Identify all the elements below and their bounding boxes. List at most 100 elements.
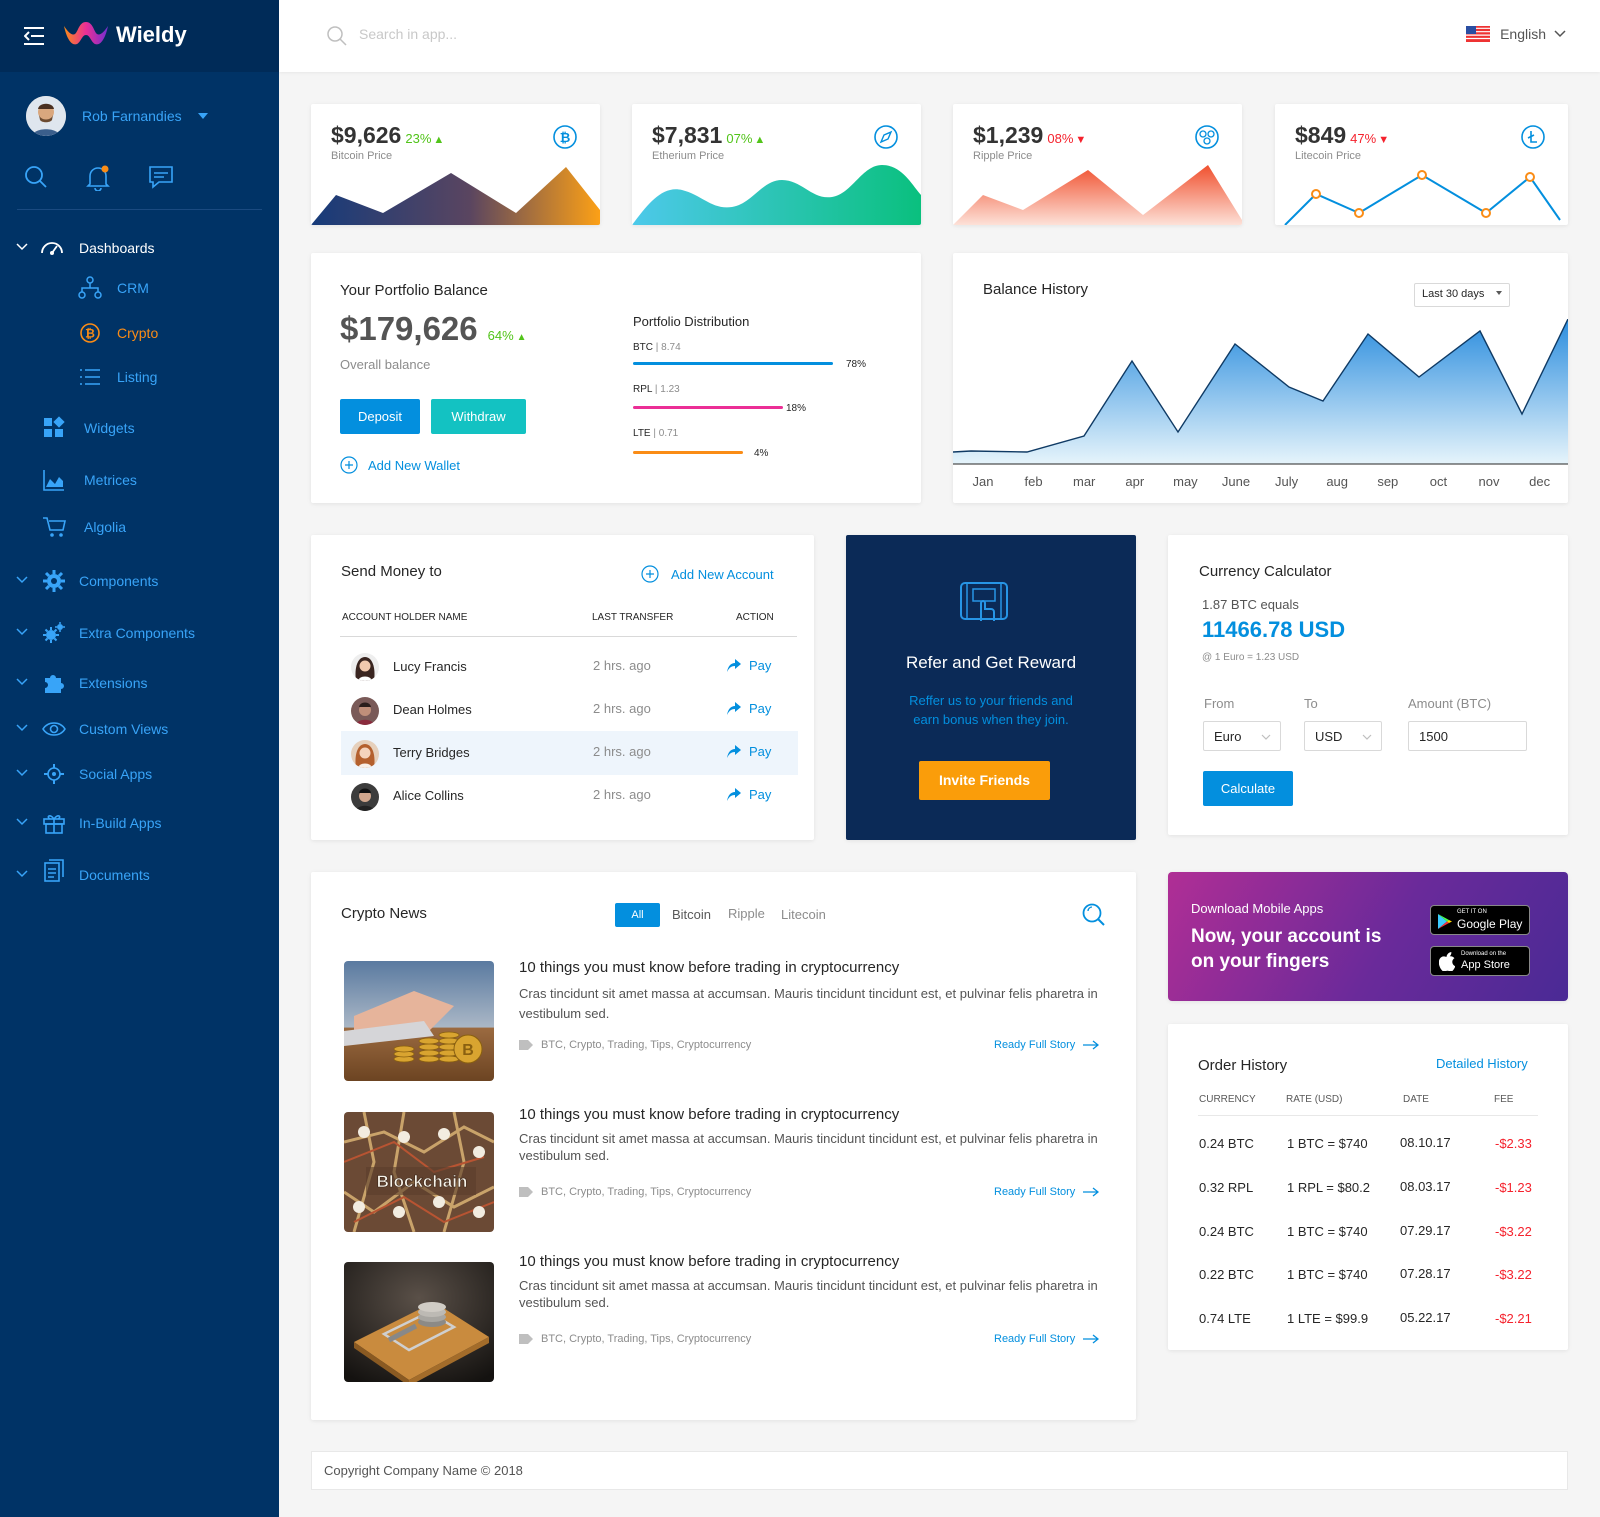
sidebar-item-crm[interactable]: CRM [0, 276, 279, 300]
sidebar-item-social-apps[interactable]: Social Apps [0, 762, 279, 786]
message-icon[interactable] [148, 165, 174, 189]
apps-title-line: Now, your account is [1191, 926, 1382, 947]
amount-input[interactable]: 1500 [1408, 721, 1527, 751]
etherium-sparkline [632, 165, 921, 225]
rate-cell: 1 LTE = $99.9 [1287, 1311, 1369, 1326]
tab-bitcoin[interactable]: Bitcoin [672, 907, 711, 922]
caret-up-icon: ▲ [754, 134, 766, 146]
fee-cell: -$3.22 [1495, 1267, 1532, 1282]
card-title: Balance History [983, 281, 1089, 298]
sidebar-item-custom-views[interactable]: Custom Views [0, 717, 279, 741]
sidebar-item-dashboards[interactable]: Dashboards [0, 236, 279, 260]
sidebar-item-listing[interactable]: Listing [0, 365, 279, 389]
tab-litecoin[interactable]: Litecoin [781, 907, 826, 922]
pay-button[interactable]: Pay [727, 744, 771, 759]
range-select[interactable]: Last 30 days [1414, 283, 1510, 307]
app-store-button[interactable]: Download on the App Store [1430, 946, 1530, 976]
price-label: Bitcoin Price [331, 150, 393, 162]
card-title: Order History [1198, 1057, 1288, 1074]
avatar[interactable] [351, 697, 379, 725]
dist-separator: | [654, 384, 658, 395]
news-image[interactable]: B [344, 961, 494, 1081]
search-icon[interactable] [1081, 902, 1107, 928]
tab-all[interactable]: All [615, 903, 660, 927]
svg-text:₿: ₿ [85, 327, 95, 341]
tab-ripple[interactable]: Ripple [728, 906, 765, 921]
price-amount: $9,626 [331, 122, 402, 148]
chevron-down-icon[interactable] [197, 113, 208, 119]
language-selector[interactable]: English [1466, 26, 1566, 42]
sidebar-item-components[interactable]: Components [0, 569, 279, 593]
read-story-link[interactable]: Ready Full Story [994, 1333, 1100, 1345]
sitemap-icon [78, 276, 102, 299]
news-title[interactable]: 10 things you must know before trading i… [519, 1253, 899, 1270]
dist-coin: RPL [633, 384, 653, 395]
add-account-link[interactable]: Add New Account [641, 565, 774, 583]
chevron-down-icon [16, 243, 28, 251]
price-amount: $1,239 [973, 122, 1044, 148]
deposit-button[interactable]: Deposit [340, 399, 420, 434]
refer-text-line: Reffer us to your friends and [909, 693, 1073, 708]
sidebar-item-metrices[interactable]: Metrices [0, 468, 279, 492]
chevron-down-icon [16, 576, 28, 584]
from-select[interactable]: Euro [1203, 721, 1281, 751]
withdraw-button[interactable]: Withdraw [431, 399, 526, 434]
news-tags-text: BTC, Crypto, Trading, Tips, Cryptocurren… [541, 1186, 752, 1198]
distribution-title: Portfolio Distribution [633, 314, 750, 329]
sidebar: Wieldy Rob Farnandies Dashboards CRM ₿ C… [0, 0, 279, 1517]
footer: Copyright Company Name © 2018 [311, 1451, 1568, 1490]
chevron-down-icon [16, 769, 28, 777]
table-header: DATE [1403, 1094, 1429, 1105]
pay-button[interactable]: Pay [727, 658, 771, 673]
menu-fold-icon[interactable] [24, 27, 44, 45]
tag-icon [519, 1040, 533, 1050]
range-value: Last 30 days [1422, 288, 1485, 300]
tag-icon [519, 1187, 533, 1197]
avatar[interactable] [351, 653, 379, 681]
balance-amount: $179,626 [340, 310, 478, 347]
search-icon[interactable] [24, 165, 48, 189]
news-image[interactable] [344, 1262, 494, 1382]
price-change: 07% [726, 131, 753, 146]
share-arrow-icon [727, 659, 741, 672]
sidebar-item-extensions[interactable]: Extensions [0, 671, 279, 695]
sidebar-item-algolia[interactable]: Algolia [0, 515, 279, 539]
dist-label: RPL | 1.23 [633, 384, 680, 395]
calculate-button[interactable]: Calculate [1203, 771, 1293, 806]
pay-button[interactable]: Pay [727, 701, 771, 716]
fee-cell: -$2.21 [1495, 1311, 1532, 1326]
app-logo[interactable]: Wieldy [62, 22, 187, 48]
news-image[interactable]: Blockchain [344, 1112, 494, 1232]
search-icon[interactable] [326, 25, 348, 47]
google-play-button[interactable]: GET IT ON Google Play [1430, 905, 1530, 935]
sidebar-item-crypto[interactable]: ₿ Crypto [0, 321, 279, 345]
add-wallet-link[interactable]: Add New Wallet [340, 456, 460, 474]
read-story-link[interactable]: Ready Full Story [994, 1186, 1100, 1198]
sidebar-item-extra-components[interactable]: Extra Components [0, 621, 279, 645]
detailed-history-link[interactable]: Detailed History [1436, 1056, 1528, 1071]
avatar[interactable] [351, 783, 379, 811]
price-value: $9,626 23% ▲ [331, 122, 444, 149]
news-title[interactable]: 10 things you must know before trading i… [519, 959, 899, 976]
invite-friends-button[interactable]: Invite Friends [919, 761, 1050, 800]
bell-icon[interactable] [86, 165, 110, 191]
last-transfer: 2 hrs. ago [593, 744, 651, 759]
sidebar-item-inbuild-apps[interactable]: In-Build Apps [0, 811, 279, 835]
pay-label: Pay [749, 787, 772, 802]
news-tags-text: BTC, Crypto, Trading, Tips, Cryptocurren… [541, 1039, 752, 1051]
avatar[interactable] [26, 96, 66, 136]
sidebar-item-widgets[interactable]: Widgets [0, 416, 279, 440]
news-title[interactable]: 10 things you must know before trading i… [519, 1106, 899, 1123]
user-profile[interactable]: Rob Farnandies [26, 96, 208, 136]
last-transfer: 2 hrs. ago [593, 787, 651, 802]
avatar[interactable] [351, 740, 379, 768]
gear-icon [43, 570, 65, 592]
sidebar-item-documents[interactable]: Documents [0, 859, 279, 887]
search-input[interactable]: Search in app... [359, 26, 457, 42]
send-money-card: Send Money to Add New Account ACCOUNT HO… [311, 535, 814, 840]
tablet-hand-icon [960, 582, 1008, 621]
refer-text: Reffer us to your friends and earn bonus … [846, 691, 1136, 729]
pay-button[interactable]: Pay [727, 787, 771, 802]
to-select[interactable]: USD [1304, 721, 1382, 751]
read-story-link[interactable]: Ready Full Story [994, 1039, 1100, 1051]
